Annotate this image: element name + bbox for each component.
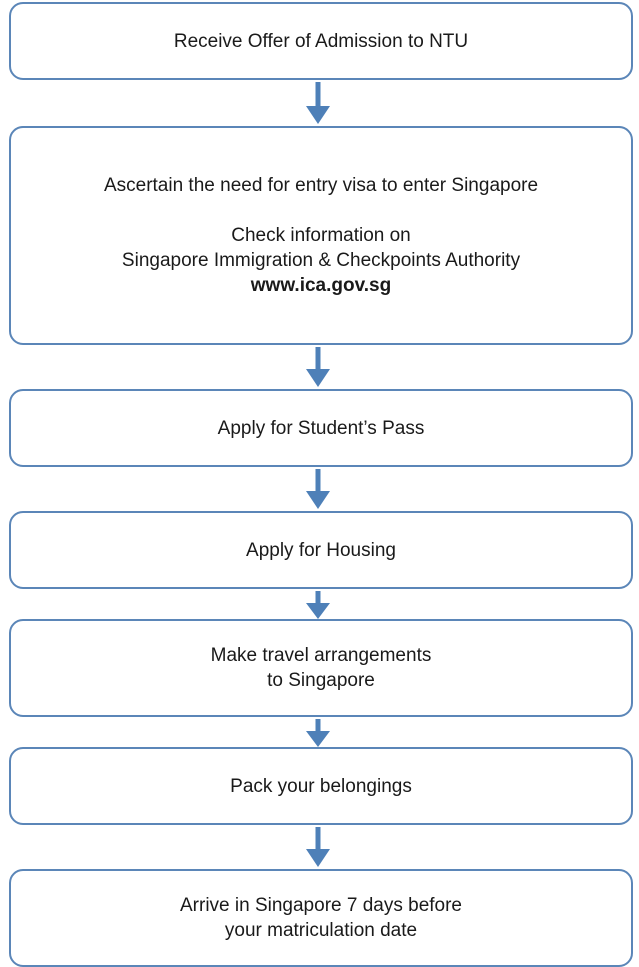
step-4-text: Apply for Housing (246, 539, 396, 561)
step-housing-box: Apply for Housing (9, 511, 633, 589)
arrow-down-icon (304, 719, 332, 747)
step-7-text-2: your matriculation date (224, 920, 418, 941)
arrow-down-icon (304, 591, 332, 619)
step-arrive-box: Arrive in Singapore 7 days before your m… (9, 869, 633, 967)
step-2-subtext-2: Singapore Immigration & Checkpoints Auth… (121, 250, 521, 271)
step-5-text-2: to Singapore (267, 670, 375, 691)
step-3-text: Apply for Student’s Pass (217, 417, 425, 439)
step-travel-arrangements-box: Make travel arrangements to Singapore (9, 619, 633, 717)
step-1-text: Receive Offer of Admission to NTU (173, 30, 469, 52)
step-2-subtext-1: Check information on (231, 225, 411, 246)
step-ascertain-visa-box: Ascertain the need for entry visa to ent… (9, 126, 633, 345)
step-2-text: Ascertain the need for entry visa to ent… (103, 175, 539, 196)
step-7-text-1: Arrive in Singapore 7 days before (180, 895, 462, 916)
arrow-down-icon (304, 827, 332, 867)
ica-website-link[interactable]: www.ica.gov.sg (251, 273, 391, 298)
arrow-down-icon (304, 347, 332, 387)
step-6-text: Pack your belongings (230, 775, 412, 797)
step-5-text-1: Make travel arrangements (210, 645, 432, 666)
step-receive-offer-box: Receive Offer of Admission to NTU (9, 2, 633, 80)
step-student-pass-box: Apply for Student’s Pass (9, 389, 633, 467)
arrow-down-icon (304, 82, 332, 124)
arrow-down-icon (304, 469, 332, 509)
step-pack-belongings-box: Pack your belongings (9, 747, 633, 825)
